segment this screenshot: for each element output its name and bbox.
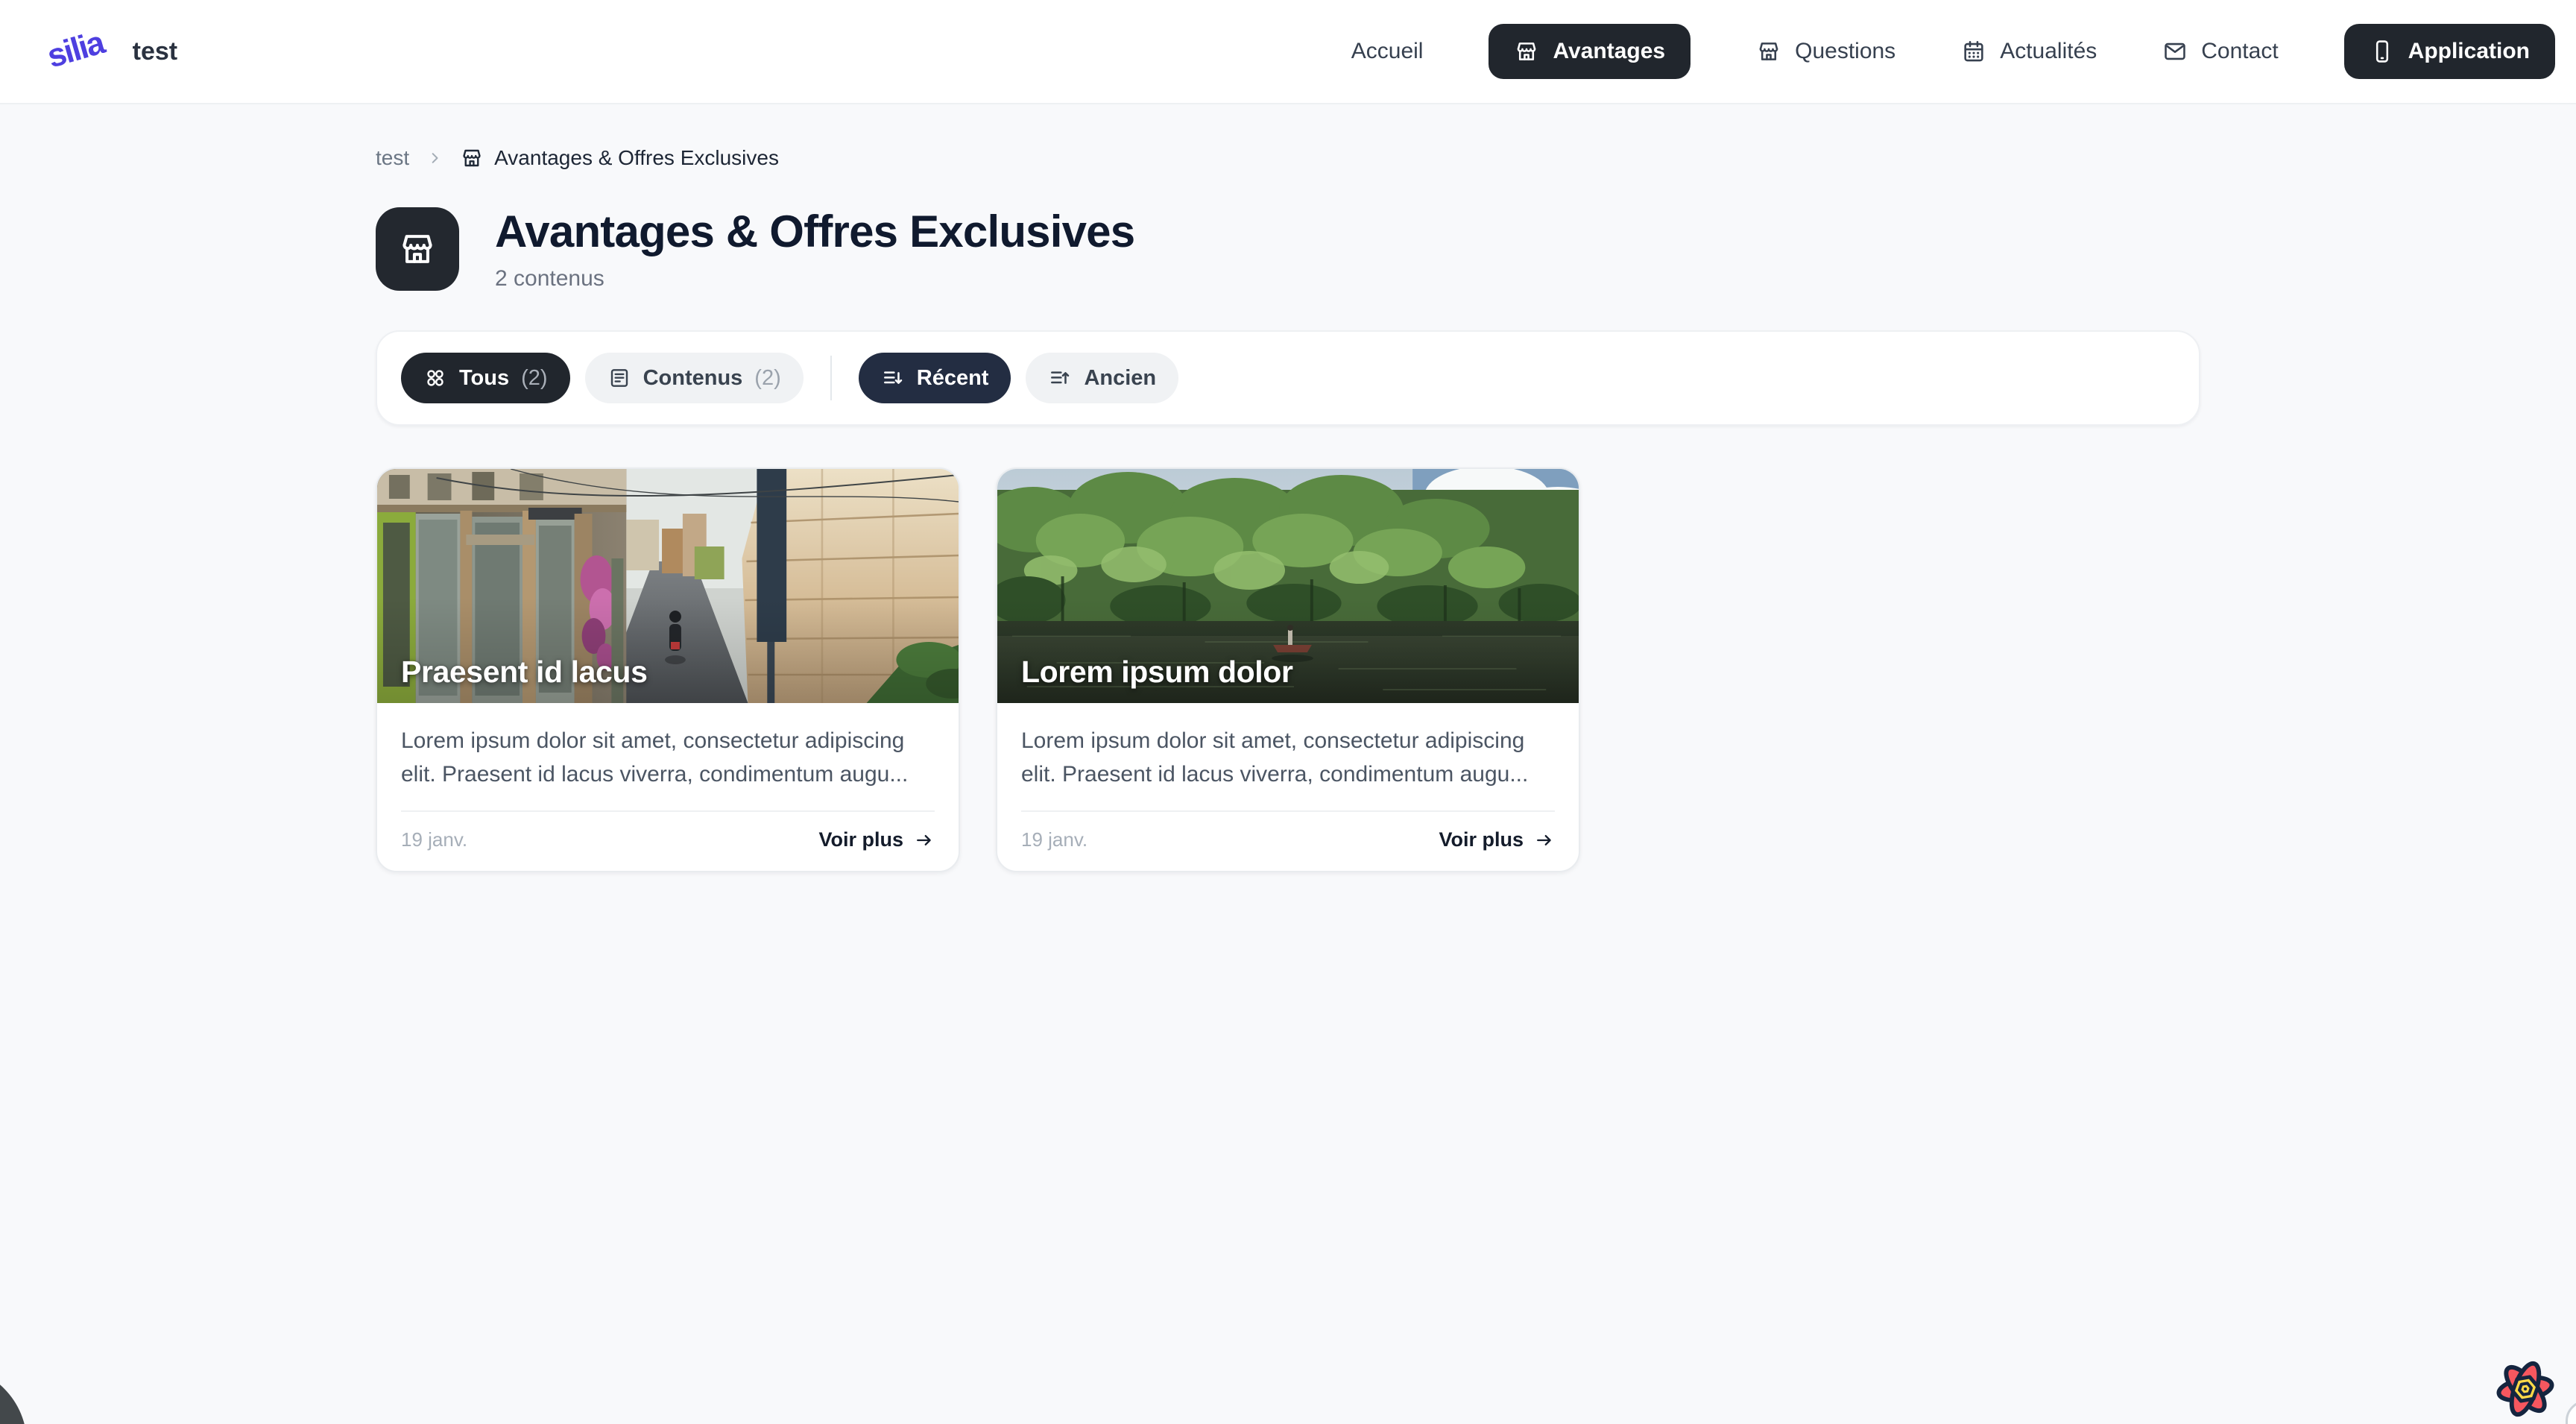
card-excerpt: Lorem ipsum dolor sit amet, consectetur … [1021, 724, 1555, 791]
filter-label: Tous [459, 366, 509, 391]
nav-item-avantages[interactable]: Avantages [1489, 24, 1690, 79]
workspace-name: test [133, 37, 177, 66]
cards-grid: Praesent id lacus Lorem ipsum dolor sit … [376, 467, 2200, 872]
chevron-right-icon [424, 148, 445, 168]
calendar-icon [1961, 39, 1986, 64]
breadcrumb-current-label: Avantages & Offres Exclusives [494, 146, 779, 170]
store-icon [1756, 39, 1781, 64]
nav-item-accueil[interactable]: Accueil [1351, 39, 1424, 64]
sort-ancien-button[interactable]: Ancien [1026, 353, 1178, 403]
bottom-left-panel-peek [0, 1366, 27, 1424]
devtools-panel-corner [2566, 1400, 2576, 1424]
application-button-label: Application [2408, 39, 2530, 64]
breadcrumb-current: Avantages & Offres Exclusives [460, 146, 779, 170]
card-body: Lorem ipsum dolor sit amet, consectetur … [377, 703, 959, 871]
store-icon [460, 146, 484, 170]
page: silia test Accueil Avantages Questions A… [0, 0, 2576, 1424]
newspaper-icon [607, 366, 631, 390]
brand[interactable]: silia test [45, 25, 177, 78]
card-footer: 19 janv. Voir plus [1021, 810, 1555, 851]
nav-item-contact[interactable]: Contact [2162, 39, 2278, 64]
voir-plus-button[interactable]: Voir plus [1439, 828, 1555, 851]
application-button[interactable]: Application [2344, 24, 2555, 79]
devtools-toggle-button[interactable] [2491, 1355, 2560, 1423]
nav-item-questions[interactable]: Questions [1756, 39, 1895, 64]
sort-recent-button[interactable]: Récent [859, 353, 1011, 403]
filter-contenus-button[interactable]: Contenus (2) [585, 353, 804, 403]
voir-plus-button[interactable]: Voir plus [818, 828, 935, 851]
filter-tous-button[interactable]: Tous (2) [401, 353, 570, 403]
silia-logo: silia [39, 18, 113, 85]
sort-label: Ancien [1084, 366, 1156, 391]
nav-item-label: Avantages [1553, 39, 1665, 64]
voir-plus-label: Voir plus [1439, 828, 1524, 851]
card-date: 19 janv. [1021, 828, 1087, 851]
arrow-right-icon [1534, 830, 1555, 851]
filter-count: (2) [754, 366, 780, 391]
card-title-overlay: Lorem ipsum dolor [1021, 655, 1293, 690]
swamp-lake-photo: Lorem ipsum dolor [997, 469, 1579, 703]
breadcrumb: test Avantages & Offres Exclusives [376, 146, 2200, 170]
page-subtitle: 2 contenus [495, 266, 1134, 292]
street-alley-photo: Praesent id lacus [377, 469, 959, 703]
site-header: silia test Accueil Avantages Questions A… [0, 0, 2576, 104]
nav-item-actualites[interactable]: Actualités [1961, 39, 2097, 64]
smartphone-icon [2370, 39, 2395, 64]
card-excerpt: Lorem ipsum dolor sit amet, consectetur … [401, 724, 935, 791]
nav-item-label: Questions [1795, 39, 1895, 64]
voir-plus-label: Voir plus [818, 828, 903, 851]
main-content: test Avantages & Offres Exclusives Avant… [376, 104, 2200, 872]
card-body: Lorem ipsum dolor sit amet, consectetur … [997, 703, 1579, 871]
content-card[interactable]: Praesent id lacus Lorem ipsum dolor sit … [376, 467, 960, 872]
page-header: Avantages & Offres Exclusives 2 contenus [376, 206, 2200, 292]
sort-label: Récent [917, 366, 989, 391]
react-query-flower-icon [2491, 1355, 2560, 1423]
main-nav: Accueil Avantages Questions Actualités C… [1351, 24, 2555, 79]
grid-icon [423, 366, 447, 390]
card-date: 19 janv. [401, 828, 467, 851]
filter-count: (2) [521, 366, 547, 391]
sort-descending-icon [881, 366, 905, 390]
nav-item-label: Accueil [1351, 39, 1424, 64]
arrow-right-icon [914, 830, 935, 851]
breadcrumb-root[interactable]: test [376, 146, 409, 170]
filter-label: Contenus [643, 366, 743, 391]
filter-divider [830, 356, 832, 400]
content-card[interactable]: Lorem ipsum dolor Lorem ipsum dolor sit … [996, 467, 1580, 872]
nav-item-label: Actualités [2000, 39, 2097, 64]
sort-ascending-icon [1048, 366, 1072, 390]
page-icon-tile [376, 207, 459, 291]
card-title-overlay: Praesent id lacus [401, 655, 647, 690]
page-title: Avantages & Offres Exclusives [495, 206, 1134, 257]
store-icon [1514, 39, 1539, 64]
nav-item-label: Contact [2201, 39, 2278, 64]
filter-bar: Tous (2) Contenus (2) Récent Ancien [376, 330, 2200, 426]
mail-icon [2162, 39, 2188, 64]
store-icon [397, 229, 438, 269]
card-footer: 19 janv. Voir plus [401, 810, 935, 851]
